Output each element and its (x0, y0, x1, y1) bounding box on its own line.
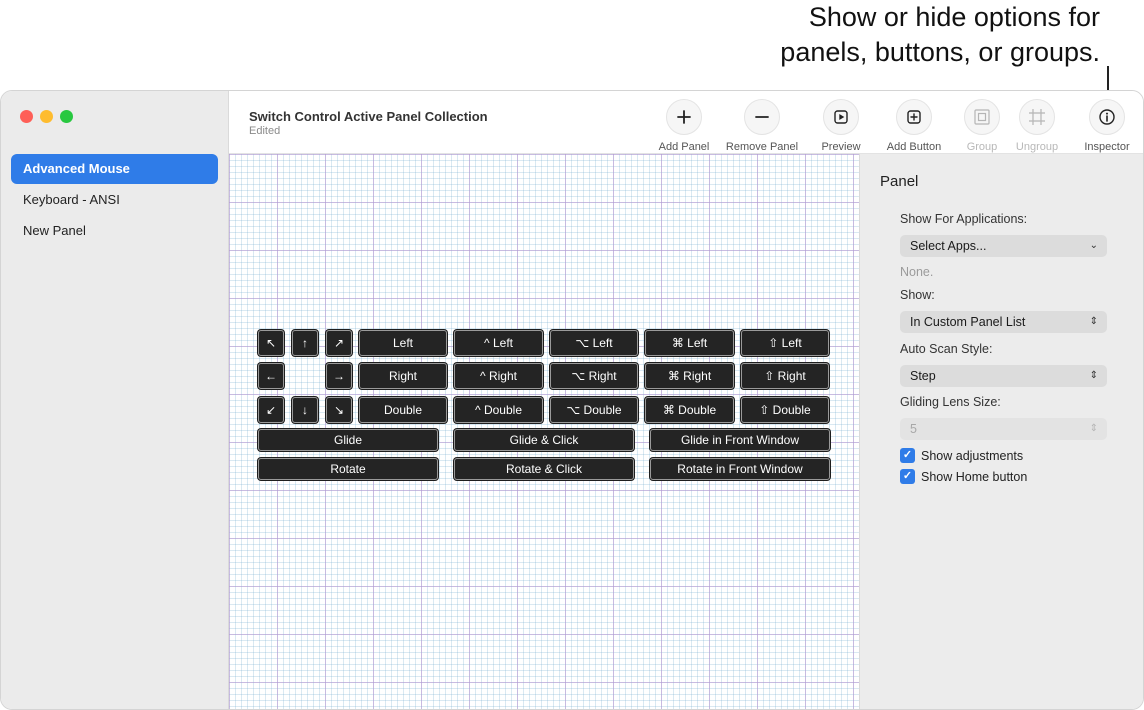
auto-scan-style-popup[interactable]: Step ⇕ (900, 365, 1107, 387)
zoom-window-button[interactable] (60, 110, 73, 123)
option-right-click-key[interactable]: ⌥ Right (550, 363, 638, 389)
auto-scan-style-label: Auto Scan Style: (900, 342, 993, 356)
show-value: In Custom Panel List (910, 315, 1026, 329)
right-click-key[interactable]: Right (359, 363, 447, 389)
command-double-click-key[interactable]: ⌘ Double (645, 397, 734, 423)
auto-scan-style-value: Step (910, 369, 936, 383)
left-click-key[interactable]: Left (359, 330, 447, 356)
select-apps-popup[interactable]: Select Apps... ⌄ (900, 235, 1107, 257)
up-down-chevron-icon: ⇕ (1089, 370, 1098, 381)
plus-icon (666, 99, 702, 135)
inspector-button[interactable]: Inspector (1062, 99, 1143, 153)
callout-line-1: Show or hide options for (808, 2, 1100, 32)
up-down-chevron-icon: ⇕ (1089, 423, 1098, 434)
play-icon (823, 99, 859, 135)
arrow-left-key[interactable]: ← (258, 363, 284, 389)
panel-editor-canvas[interactable]: ↖ ↑ ↗ ← → ↙ ↓ ↘ Left ^ Left ⌥ Left ⌘ Lef… (229, 154, 859, 709)
arrow-down-right-key[interactable]: ↘ (326, 397, 352, 423)
rotate-in-front-window-key[interactable]: Rotate in Front Window (650, 458, 830, 480)
up-down-chevron-icon: ⇕ (1089, 316, 1098, 327)
inspector-label: Inspector (1084, 141, 1130, 153)
arrow-up-left-key[interactable]: ↖ (258, 330, 284, 356)
glide-and-click-key[interactable]: Glide & Click (454, 429, 634, 451)
close-window-button[interactable] (20, 110, 33, 123)
control-left-click-key[interactable]: ^ Left (454, 330, 543, 356)
show-for-apps-label: Show For Applications: (900, 212, 1028, 226)
shift-double-click-key[interactable]: ⇧ Double (741, 397, 829, 423)
show-adjustments-checkbox[interactable]: ✓ (900, 448, 915, 463)
app-window: Advanced Mouse Keyboard - ANSI New Panel… (0, 90, 1144, 710)
arrow-down-left-key[interactable]: ↙ (258, 397, 284, 423)
remove-panel-label: Remove Panel (725, 141, 799, 153)
apps-none-text: None. (900, 265, 934, 279)
sidebar-item-new-panel[interactable]: New Panel (11, 216, 218, 246)
add-panel-label: Add Panel (658, 141, 710, 153)
gliding-lens-size-value: 5 (910, 422, 917, 436)
show-adjustments-row[interactable]: ✓ Show adjustments (900, 448, 1023, 463)
minimize-window-button[interactable] (40, 110, 53, 123)
control-double-click-key[interactable]: ^ Double (454, 397, 543, 423)
arrow-up-right-key[interactable]: ↗ (326, 330, 352, 356)
panel-list: Advanced Mouse Keyboard - ANSI New Panel (11, 154, 218, 247)
double-click-key[interactable]: Double (359, 397, 447, 423)
show-popup[interactable]: In Custom Panel List ⇕ (900, 311, 1107, 333)
callout-annotation: Show or hide options for panels, buttons… (500, 0, 1100, 70)
shift-right-click-key[interactable]: ⇧ Right (741, 363, 829, 389)
sidebar-item-advanced-mouse[interactable]: Advanced Mouse (11, 154, 218, 184)
show-label: Show: (900, 288, 935, 302)
chevron-down-icon: ⌄ (1089, 240, 1098, 251)
command-right-click-key[interactable]: ⌘ Right (645, 363, 734, 389)
shift-left-click-key[interactable]: ⇧ Left (741, 330, 829, 356)
toolbar: Switch Control Active Panel Collection E… (229, 91, 1143, 154)
rotate-key[interactable]: Rotate (258, 458, 438, 480)
callout-line-2: panels, buttons, or groups. (780, 37, 1100, 67)
gliding-lens-size-label: Gliding Lens Size: (900, 395, 1001, 409)
show-home-button-label: Show Home button (921, 469, 1028, 484)
gliding-lens-size-popup[interactable]: 5 ⇕ (900, 418, 1107, 440)
show-home-button-row[interactable]: ✓ Show Home button (900, 469, 1027, 484)
arrow-down-key[interactable]: ↓ (292, 397, 318, 423)
info-icon (1089, 99, 1125, 135)
inspector-heading: Panel (880, 173, 919, 190)
add-square-icon (896, 99, 932, 135)
add-panel-button[interactable]: Add Panel (639, 99, 729, 153)
sidebar: Advanced Mouse Keyboard - ANSI New Panel (1, 91, 229, 709)
minus-icon (744, 99, 780, 135)
glide-key[interactable]: Glide (258, 429, 438, 451)
remove-panel-button[interactable]: Remove Panel (717, 99, 807, 153)
option-double-click-key[interactable]: ⌥ Double (550, 397, 638, 423)
show-home-button-checkbox[interactable]: ✓ (900, 469, 915, 484)
rotate-and-click-key[interactable]: Rotate & Click (454, 458, 634, 480)
select-apps-value: Select Apps... (910, 239, 987, 253)
ungroup-icon (1019, 99, 1055, 135)
arrow-up-key[interactable]: ↑ (292, 330, 318, 356)
arrow-right-key[interactable]: → (326, 363, 352, 389)
control-right-click-key[interactable]: ^ Right (454, 363, 543, 389)
command-left-click-key[interactable]: ⌘ Left (645, 330, 734, 356)
document-title: Switch Control Active Panel Collection (249, 109, 488, 124)
inspector-pane: Panel Show For Applications: Select Apps… (859, 154, 1143, 709)
document-status: Edited (249, 125, 281, 137)
option-left-click-key[interactable]: ⌥ Left (550, 330, 638, 356)
show-adjustments-label: Show adjustments (921, 448, 1024, 463)
sidebar-item-keyboard-ansi[interactable]: Keyboard - ANSI (11, 185, 218, 215)
glide-in-front-window-key[interactable]: Glide in Front Window (650, 429, 830, 451)
